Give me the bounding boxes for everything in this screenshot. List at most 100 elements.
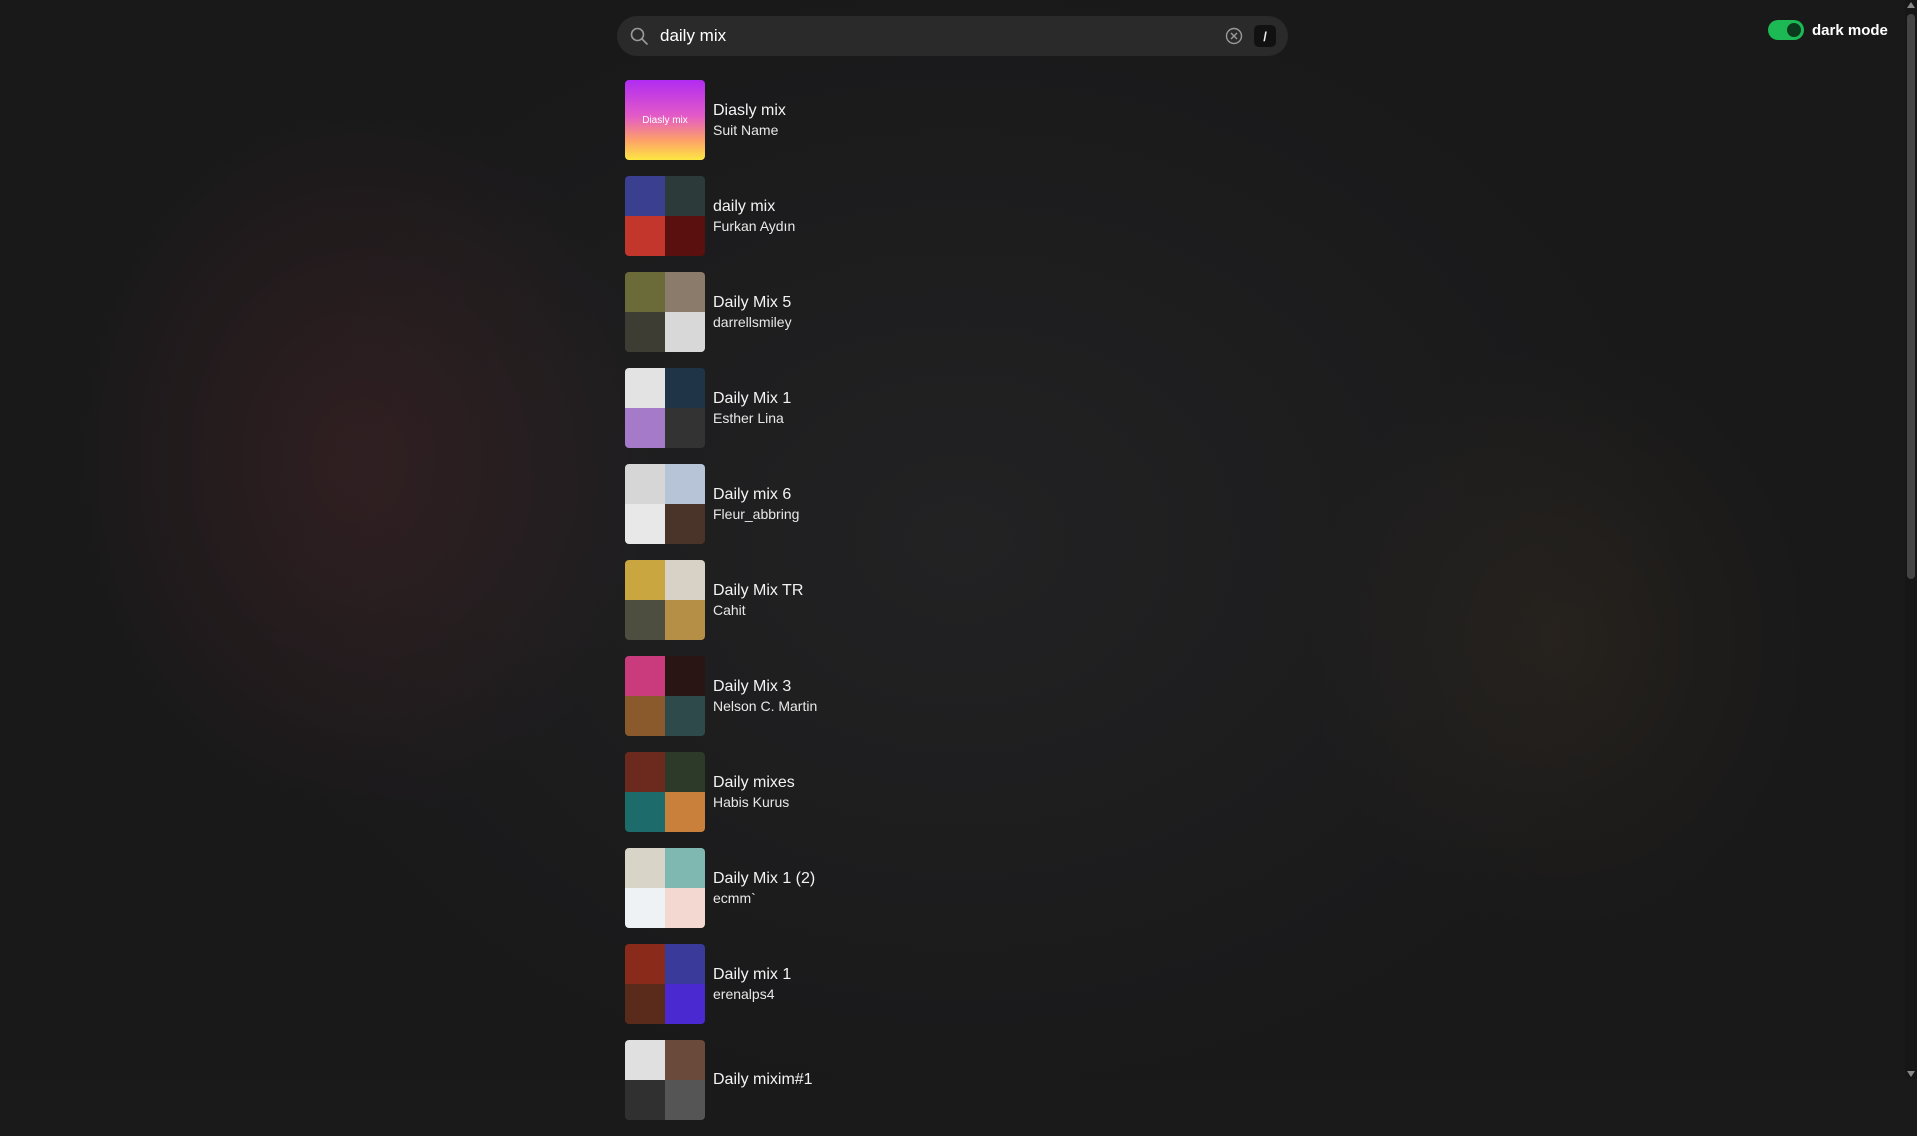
- cover-quadrant: [665, 888, 705, 928]
- playlist-cover: [625, 752, 705, 832]
- cover-quadrant: [625, 368, 665, 408]
- cover-quadrant: [665, 216, 705, 256]
- cover-quadrant: [665, 944, 705, 984]
- playlist-cover: [625, 1040, 705, 1120]
- playlist-meta: Daily Mix 1 (2)ecmm`: [713, 869, 815, 907]
- playlist-title[interactable]: Daily Mix 1: [713, 389, 791, 409]
- cover-quadrant: [665, 312, 705, 352]
- playlist-owner: Habis Kurus: [713, 793, 795, 811]
- playlist-cover: [625, 560, 705, 640]
- playlist-meta: daily mixFurkan Aydın: [713, 197, 795, 235]
- playlist-cover: [625, 368, 705, 448]
- playlist-owner: Fleur_abbring: [713, 505, 799, 523]
- cover-quadrant: [625, 272, 665, 312]
- switch-knob: [1787, 23, 1801, 37]
- playlist-meta: Daily Mix 5darrellsmiley: [713, 293, 792, 331]
- search-icon: [629, 26, 649, 46]
- playlist-result[interactable]: daily mixFurkan Aydın: [625, 176, 1025, 256]
- search-input[interactable]: [660, 24, 1180, 48]
- cover-quadrant: [665, 600, 705, 640]
- playlist-result[interactable]: Daily mixesHabis Kurus: [625, 752, 1025, 832]
- cover-quadrant: [625, 216, 665, 256]
- cover-quadrant: [665, 752, 705, 792]
- cover-quadrant: [665, 1040, 705, 1080]
- playlist-meta: Daily mixim#1: [713, 1070, 813, 1090]
- playlist-cover: Diasly mix: [625, 80, 705, 160]
- playlist-meta: Daily mix 1erenalps4: [713, 965, 791, 1003]
- playlist-owner: ecmm`: [713, 889, 815, 907]
- slash-shortcut-badge: /: [1254, 25, 1276, 47]
- playlist-title[interactable]: Daily mixim#1: [713, 1070, 813, 1090]
- playlist-title[interactable]: Daily mix 1: [713, 965, 791, 985]
- playlist-owner: Nelson C. Martin: [713, 697, 817, 715]
- playlist-cover: [625, 272, 705, 352]
- playlist-title[interactable]: Diasly mix: [713, 101, 786, 121]
- cover-quadrant: [625, 464, 665, 504]
- clear-search-icon[interactable]: [1224, 26, 1244, 46]
- cover-quadrant: [625, 752, 665, 792]
- cover-quadrant: [665, 656, 705, 696]
- playlist-cover: [625, 944, 705, 1024]
- cover-quadrant: [625, 312, 665, 352]
- playlist-result[interactable]: Daily mix 6Fleur_abbring: [625, 464, 1025, 544]
- playlist-result[interactable]: Daily Mix 1Esther Lina: [625, 368, 1025, 448]
- playlist-cover: [625, 176, 705, 256]
- cover-quadrant: [665, 368, 705, 408]
- scrollbar-thumb[interactable]: [1907, 14, 1915, 579]
- scrollbar[interactable]: [1905, 0, 1917, 1079]
- playlist-result[interactable]: Daily Mix 1 (2)ecmm`: [625, 848, 1025, 928]
- cover-quadrant: [665, 176, 705, 216]
- cover-quadrant: [665, 1080, 705, 1120]
- cover-quadrant: [625, 560, 665, 600]
- dark-mode-label: dark mode: [1812, 22, 1888, 39]
- playlist-meta: Daily Mix 1Esther Lina: [713, 389, 791, 427]
- search-results-list: Diasly mixDiasly mixSuit Namedaily mixFu…: [625, 80, 1025, 1136]
- playlist-result[interactable]: Daily mix 1erenalps4: [625, 944, 1025, 1024]
- playlist-title[interactable]: Daily mix 6: [713, 485, 799, 505]
- cover-text: Diasly mix: [642, 115, 688, 126]
- playlist-result[interactable]: Daily Mix 3Nelson C. Martin: [625, 656, 1025, 736]
- cover-quadrant: [625, 1040, 665, 1080]
- playlist-owner: Furkan Aydın: [713, 217, 795, 235]
- scroll-down-arrow[interactable]: [1907, 1071, 1915, 1077]
- playlist-result[interactable]: Daily Mix TRCahit: [625, 560, 1025, 640]
- playlist-title[interactable]: daily mix: [713, 197, 795, 217]
- search-bar[interactable]: /: [617, 16, 1288, 56]
- dark-mode-switch[interactable]: [1768, 20, 1804, 40]
- playlist-meta: Daily mixesHabis Kurus: [713, 773, 795, 811]
- dark-mode-toggle[interactable]: dark mode: [1768, 20, 1888, 40]
- scroll-up-arrow[interactable]: [1907, 2, 1915, 8]
- playlist-meta: Daily Mix 3Nelson C. Martin: [713, 677, 817, 715]
- cover-quadrant: [625, 944, 665, 984]
- cover-quadrant: [625, 600, 665, 640]
- playlist-result[interactable]: Daily Mix 5darrellsmiley: [625, 272, 1025, 352]
- playlist-title[interactable]: Daily Mix 5: [713, 293, 792, 313]
- cover-quadrant: [625, 792, 665, 832]
- playlist-meta: Diasly mixSuit Name: [713, 101, 786, 139]
- playlist-title[interactable]: Daily mixes: [713, 773, 795, 793]
- cover-quadrant: [665, 272, 705, 312]
- playlist-cover: [625, 848, 705, 928]
- playlist-meta: Daily mix 6Fleur_abbring: [713, 485, 799, 523]
- playlist-owner: erenalps4: [713, 985, 791, 1003]
- playlist-cover: [625, 656, 705, 736]
- playlist-result[interactable]: Daily mixim#1: [625, 1040, 1025, 1120]
- playlist-title[interactable]: Daily Mix 3: [713, 677, 817, 697]
- cover-quadrant: [665, 848, 705, 888]
- cover-quadrant: [665, 984, 705, 1024]
- playlist-owner: Suit Name: [713, 121, 786, 139]
- playlist-owner: Esther Lina: [713, 409, 791, 427]
- playlist-title[interactable]: Daily Mix TR: [713, 581, 803, 601]
- cover-quadrant: [625, 504, 665, 544]
- cover-quadrant: [625, 888, 665, 928]
- cover-quadrant: [665, 792, 705, 832]
- playlist-result[interactable]: Diasly mixDiasly mixSuit Name: [625, 80, 1025, 160]
- cover-quadrant: [625, 176, 665, 216]
- cover-quadrant: [665, 560, 705, 600]
- playlist-title[interactable]: Daily Mix 1 (2): [713, 869, 815, 889]
- playlist-owner: darrellsmiley: [713, 313, 792, 331]
- cover-quadrant: [625, 696, 665, 736]
- cover-quadrant: [665, 464, 705, 504]
- cover-quadrant: [625, 984, 665, 1024]
- cover-quadrant: [625, 656, 665, 696]
